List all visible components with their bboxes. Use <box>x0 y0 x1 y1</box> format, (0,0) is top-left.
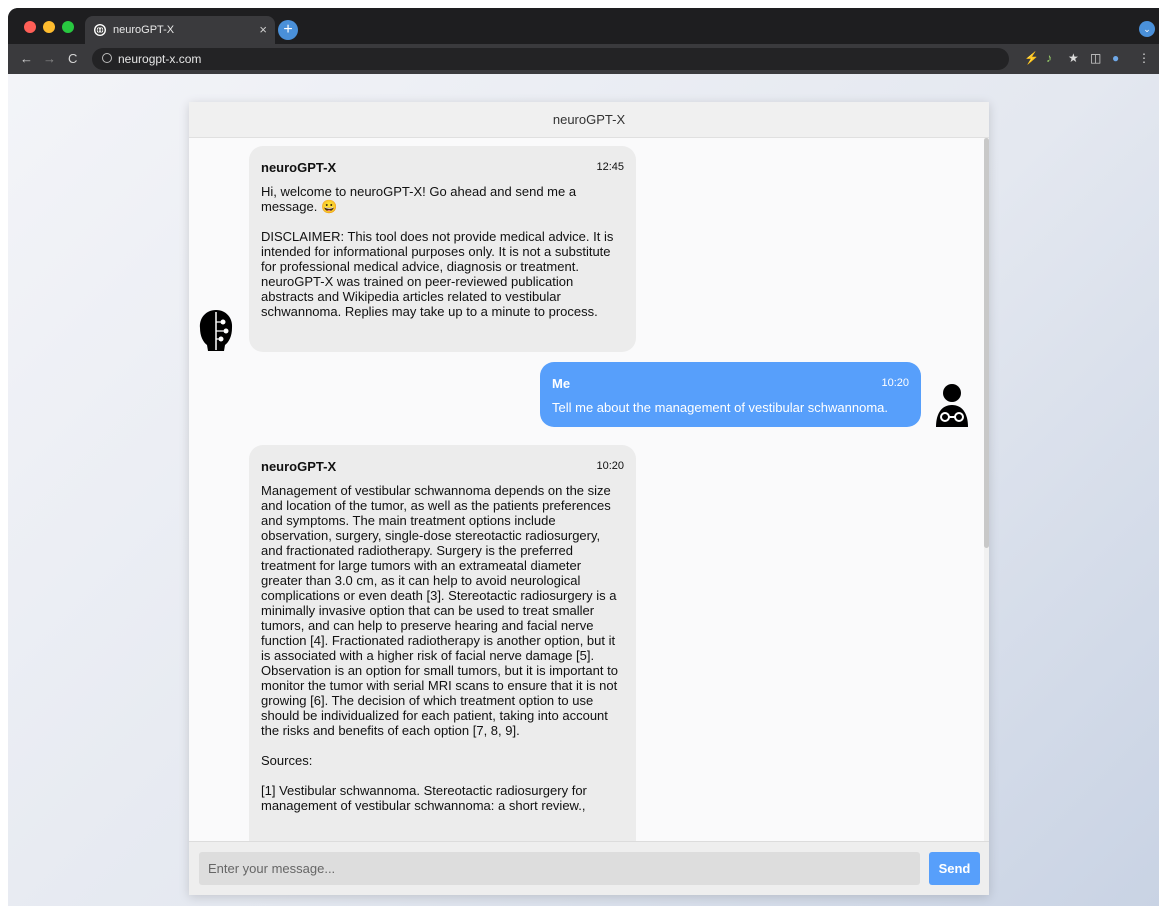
message-time: 12:45 <box>596 161 624 173</box>
message-input[interactable] <box>199 852 920 885</box>
message-user-question: Me 10:20 Tell me about the management of… <box>540 362 921 427</box>
tab-neurogpt[interactable]: neuroGPT-X × <box>85 16 275 44</box>
message-text: Hi, welcome to neuroGPT-X! Go ahead and … <box>261 184 614 319</box>
close-window-button[interactable] <box>24 21 36 33</box>
doctor-user-icon <box>936 384 968 427</box>
maximize-window-button[interactable] <box>62 21 74 33</box>
send-button[interactable]: Send <box>929 852 980 885</box>
message-sender: neuroGPT-X <box>261 160 337 175</box>
tab-close-icon[interactable]: × <box>259 22 267 37</box>
message-time: 10:20 <box>881 377 909 389</box>
profile-avatar[interactable]: ● <box>1112 51 1119 65</box>
message-text: Management of vestibular schwannoma depe… <box>261 483 618 813</box>
message-bot-answer: neuroGPT-X 10:20 Management of vestibula… <box>249 445 636 841</box>
message-text: Tell me about the management of vestibul… <box>552 400 889 415</box>
chat-header: neuroGPT-X <box>189 102 989 138</box>
message-list[interactable]: neuroGPT-X 12:45 Hi, welcome to neuroGPT… <box>189 138 984 841</box>
message-bot-welcome: neuroGPT-X 12:45 Hi, welcome to neuroGPT… <box>249 146 636 352</box>
message-sender: neuroGPT-X <box>261 459 337 474</box>
bookmark-star-icon[interactable]: ★ <box>1068 51 1079 65</box>
scrollbar-thumb[interactable] <box>984 138 989 548</box>
site-info-icon[interactable] <box>102 53 112 63</box>
minimize-window-button[interactable] <box>43 21 55 33</box>
reload-button[interactable]: C <box>68 51 77 66</box>
menu-icon[interactable]: ⋮ <box>1138 51 1150 65</box>
message-time: 10:20 <box>596 460 624 472</box>
address-bar-row: ← → C neurogpt-x.com ⚡ ♪ ★ ◫ ● ⋮ <box>8 44 1159 74</box>
extension-icon-2[interactable]: ♪ <box>1046 51 1052 65</box>
tab-title: neuroGPT-X <box>113 24 175 36</box>
message-sender: Me <box>552 376 571 391</box>
forward-button[interactable]: → <box>43 51 56 66</box>
message-scrollbar[interactable] <box>984 138 989 841</box>
brain-bot-icon <box>199 310 233 351</box>
new-tab-button[interactable]: + <box>278 20 298 40</box>
url-text: neurogpt-x.com <box>118 52 202 66</box>
tab-strip: neuroGPT-X × + ⌄ <box>8 8 1159 44</box>
chat-composer: Send <box>189 841 989 895</box>
back-button[interactable]: ← <box>20 51 33 66</box>
chat-window: neuroGPT-X neuroGPT-X 12:45 Hi, welcome … <box>189 102 989 895</box>
chevron-down-icon[interactable]: ⌄ <box>1139 21 1155 37</box>
page-viewport: neuroGPT-X neuroGPT-X 12:45 Hi, welcome … <box>8 74 1159 906</box>
extension-icon-1[interactable]: ⚡ <box>1024 51 1039 65</box>
sidepanel-icon[interactable]: ◫ <box>1090 51 1101 65</box>
globe-icon <box>94 24 106 36</box>
browser-window: neuroGPT-X × + ⌄ ← → C neurogpt-x.com ⚡ … <box>8 8 1159 906</box>
url-bar[interactable]: neurogpt-x.com <box>92 48 1009 70</box>
